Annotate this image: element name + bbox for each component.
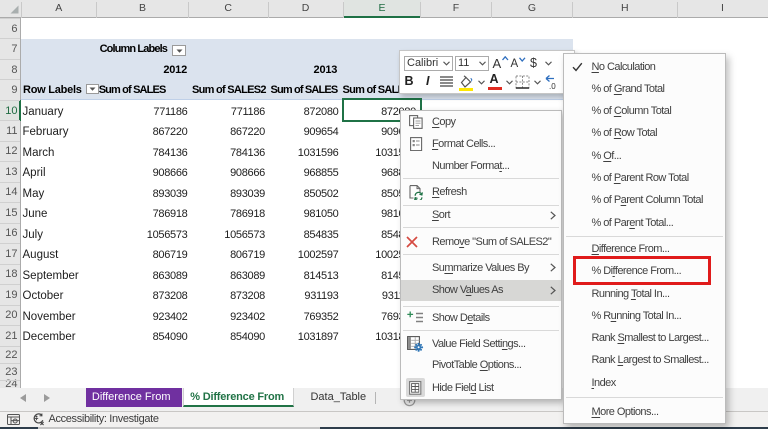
svg-text:.0: .0 [549,82,556,91]
